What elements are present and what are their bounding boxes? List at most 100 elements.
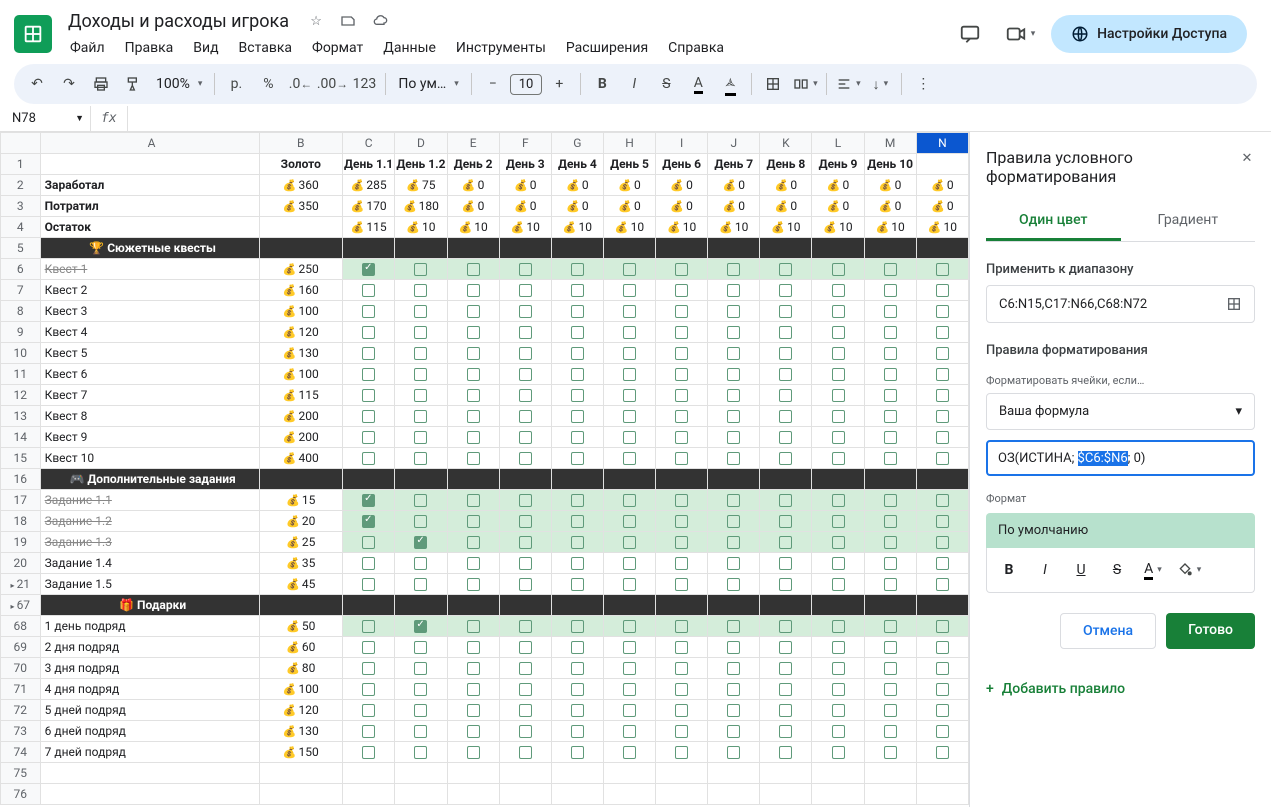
text-color-button[interactable]: A [683, 69, 713, 99]
checkbox[interactable] [884, 389, 897, 402]
checkbox[interactable] [727, 662, 740, 675]
col-header-D[interactable]: D [395, 133, 447, 154]
checkbox[interactable] [675, 410, 688, 423]
fill-color-button[interactable]: 🟃 [715, 69, 745, 99]
menu-Файл[interactable]: Файл [62, 36, 113, 60]
redo-button[interactable]: ↷ [54, 69, 84, 99]
checkbox[interactable] [779, 578, 792, 591]
row-header-13[interactable]: 13 [1, 406, 41, 427]
checkbox[interactable] [675, 305, 688, 318]
close-panel-button[interactable]: ✕ [1237, 148, 1257, 168]
font-select[interactable]: По ум… [392, 76, 464, 92]
row-header-14[interactable]: 14 [1, 427, 41, 448]
checkbox[interactable] [414, 704, 427, 717]
number-format-button[interactable]: 123 [349, 69, 379, 99]
checkbox[interactable] [571, 641, 584, 654]
checkbox[interactable] [675, 263, 688, 276]
checkbox[interactable] [623, 515, 636, 528]
col-header-G[interactable]: G [551, 133, 603, 154]
checkbox[interactable] [519, 557, 532, 570]
row-header-19[interactable]: 19 [1, 532, 41, 553]
checkbox[interactable] [779, 746, 792, 759]
checkbox[interactable] [832, 347, 845, 360]
col-header-I[interactable]: I [656, 133, 708, 154]
checkbox[interactable] [675, 641, 688, 654]
checkbox[interactable] [362, 641, 375, 654]
checkbox[interactable] [519, 515, 532, 528]
checkbox[interactable] [571, 368, 584, 381]
checkbox[interactable] [467, 578, 480, 591]
checkbox[interactable] [362, 452, 375, 465]
checkbox[interactable] [936, 725, 949, 738]
checkbox[interactable] [467, 431, 480, 444]
checkbox[interactable] [519, 683, 532, 696]
formula-input[interactable] [128, 117, 1271, 121]
checkbox[interactable] [832, 452, 845, 465]
italic-button[interactable]: I [619, 69, 649, 99]
checkbox[interactable] [884, 578, 897, 591]
checkbox[interactable] [675, 326, 688, 339]
checkbox[interactable] [414, 725, 427, 738]
checkbox[interactable] [571, 431, 584, 444]
checkbox[interactable] [936, 347, 949, 360]
checkbox[interactable] [936, 452, 949, 465]
checkbox[interactable] [467, 557, 480, 570]
checkbox[interactable] [884, 641, 897, 654]
checkbox[interactable] [519, 305, 532, 318]
checkbox[interactable] [519, 620, 532, 633]
checkbox[interactable] [675, 515, 688, 528]
font-size-increase[interactable]: + [544, 69, 574, 99]
checkbox[interactable] [414, 368, 427, 381]
checkbox[interactable] [779, 389, 792, 402]
checkbox[interactable] [832, 662, 845, 675]
col-header-H[interactable]: H [603, 133, 655, 154]
checkbox[interactable] [571, 305, 584, 318]
share-button[interactable]: Настройки Доступа [1051, 15, 1247, 53]
menu-Данные[interactable]: Данные [375, 36, 444, 60]
checkbox[interactable] [884, 326, 897, 339]
checkbox[interactable] [467, 746, 480, 759]
checkbox[interactable] [832, 536, 845, 549]
checkbox[interactable] [884, 431, 897, 444]
checkbox[interactable] [832, 431, 845, 444]
row-header-16[interactable]: 16 [1, 469, 41, 490]
checkbox[interactable] [467, 305, 480, 318]
checkbox[interactable] [884, 515, 897, 528]
checkbox[interactable] [727, 620, 740, 633]
checkbox[interactable] [675, 557, 688, 570]
font-size-decrease[interactable]: − [478, 69, 508, 99]
checkbox[interactable] [884, 620, 897, 633]
checkbox[interactable] [467, 347, 480, 360]
checkbox[interactable] [936, 494, 949, 507]
row-header-73[interactable]: 73 [1, 721, 41, 742]
checkbox[interactable] [832, 326, 845, 339]
checkbox[interactable] [362, 557, 375, 570]
checkbox[interactable] [832, 725, 845, 738]
checkbox[interactable] [571, 494, 584, 507]
checkbox[interactable] [936, 536, 949, 549]
checkbox[interactable] [467, 284, 480, 297]
checkbox[interactable] [414, 746, 427, 759]
checkbox[interactable] [571, 557, 584, 570]
checkbox[interactable] [727, 704, 740, 717]
checkbox[interactable] [571, 347, 584, 360]
checkbox[interactable] [779, 662, 792, 675]
checkbox[interactable] [362, 305, 375, 318]
checkbox[interactable] [779, 347, 792, 360]
checkbox[interactable] [936, 515, 949, 528]
tab-gradient[interactable]: Градиент [1121, 202, 1256, 241]
row-header-21[interactable]: 21 [1, 574, 41, 595]
checkbox[interactable] [414, 641, 427, 654]
checkbox[interactable] [519, 662, 532, 675]
spreadsheet-grid[interactable]: ABCDEFGHIJKLMN1ЗолотоДень 1.1День 1.2Ден… [0, 132, 969, 807]
checkbox[interactable] [779, 368, 792, 381]
checkbox[interactable] [362, 494, 375, 507]
checkbox[interactable] [936, 431, 949, 444]
cloud-icon[interactable] [369, 10, 391, 32]
checkbox[interactable] [623, 620, 636, 633]
checkbox[interactable] [571, 662, 584, 675]
condition-select[interactable]: Ваша формула ▾ [986, 393, 1255, 430]
row-header-12[interactable]: 12 [1, 385, 41, 406]
row-header-1[interactable]: 1 [1, 154, 41, 175]
move-icon[interactable] [337, 10, 359, 32]
